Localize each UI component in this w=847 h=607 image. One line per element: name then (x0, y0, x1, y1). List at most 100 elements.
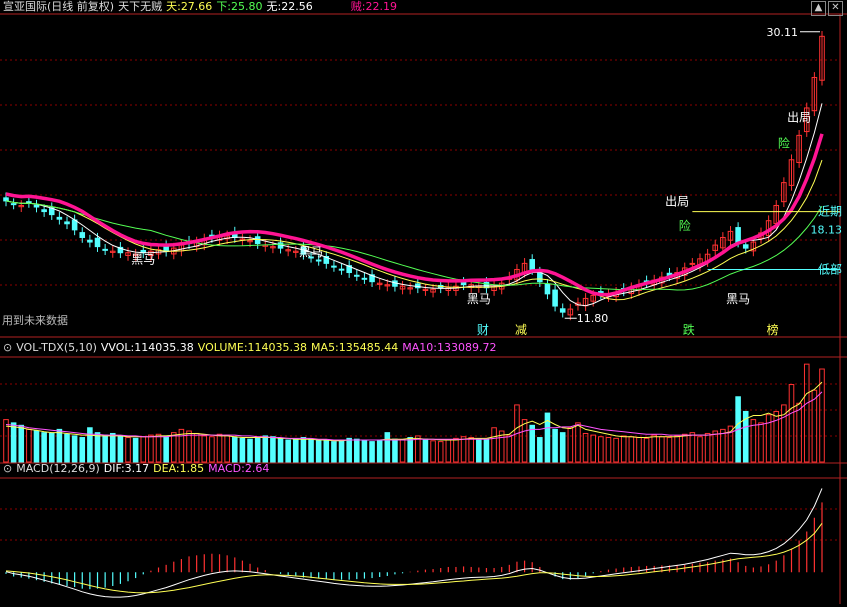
zei-label: 贼: (350, 0, 366, 13)
volume-bar (430, 440, 436, 463)
macd-header: ⊙ MACD(12,26,9) DIF:3.17 DEA:1.85 MACD:2.64 (3, 462, 273, 476)
candle-body (64, 221, 70, 225)
volume-bar (354, 438, 360, 463)
volume-bar (201, 435, 208, 463)
volume-bar (231, 437, 238, 463)
volume-bar (453, 437, 459, 463)
future-data-note: 用到未来数据 (2, 314, 68, 327)
volume-bar (483, 439, 490, 463)
volume-bar (224, 434, 230, 463)
event-marker-2: 跌 (683, 322, 695, 337)
event-marker-0: 财 (477, 323, 489, 337)
volume-bar (598, 436, 604, 463)
low-price-label: 11.80 (577, 312, 609, 325)
macd-value: 2.64 (244, 462, 270, 475)
candle-body (10, 203, 17, 206)
candle-body (552, 289, 558, 307)
volume-bar (575, 422, 581, 463)
volume-bar (71, 435, 78, 463)
risk-signal-2: 险 (778, 136, 790, 151)
volume-bar (590, 434, 597, 463)
volume-bar (628, 436, 635, 463)
volume-bar (605, 437, 612, 463)
candle-body (33, 204, 40, 208)
volume-bar (323, 440, 330, 463)
volume-bar (636, 437, 642, 463)
volume-bar (559, 432, 566, 463)
volume-bar (788, 384, 795, 463)
volume-bar (102, 434, 108, 463)
volume-bar (293, 438, 299, 463)
volume-bar (659, 436, 665, 463)
heima-signal-2: 黑马 (467, 292, 491, 306)
volume-bar (239, 437, 246, 463)
candle-body (26, 201, 32, 204)
event-marker-3: 榜 (767, 322, 779, 337)
volume-bar (582, 432, 589, 463)
volume-bar (26, 428, 32, 463)
candle-body (735, 227, 741, 243)
volume-bar (445, 439, 452, 463)
volume-bar (270, 436, 276, 463)
indicator-name[interactable]: 天下无贼 (118, 0, 162, 13)
volume-bar (376, 439, 383, 463)
volume-bar (331, 441, 337, 463)
stock-chart[interactable]: 30.1111.80黑马黑马黑马 黑马出局出局险险近期18.13低部财减跌榜 (0, 0, 847, 607)
macd-expand-icon[interactable]: ⊙ (3, 462, 12, 475)
heima-signal-0: 黑马 (131, 252, 155, 266)
macd-label: MACD: (208, 462, 245, 475)
zei-value: 22.19 (365, 0, 397, 13)
wu-label: 无: (266, 0, 282, 13)
event-marker-1: 减 (515, 323, 527, 337)
collapse-button[interactable]: ▲ (811, 1, 826, 16)
volume-bar (308, 438, 314, 463)
dea-label: DEA: (153, 462, 180, 475)
vvol-label: VVOL: (100, 341, 135, 354)
candle-body (315, 259, 322, 262)
volume-bar (765, 414, 772, 463)
volume-bar (10, 422, 17, 463)
volume-bar (64, 433, 70, 463)
volume-bar (384, 432, 391, 463)
volume-bar (163, 435, 169, 463)
volume-bar (33, 430, 40, 463)
candle-body (689, 262, 696, 265)
candle-body (331, 265, 337, 268)
dea-line (5, 522, 823, 594)
sell-signal: 出局 (665, 194, 689, 208)
candle-body (79, 232, 86, 238)
volume-bar (811, 389, 818, 463)
candle-body (3, 197, 9, 202)
candle-body (529, 259, 535, 270)
stock-name[interactable]: 宣亚国际(日线 前复权) (3, 0, 114, 13)
close-button[interactable]: ✕ (828, 1, 843, 16)
vol-expand-icon[interactable]: ⊙ (3, 341, 12, 354)
volume-value: 114035.38 (247, 341, 308, 354)
volume-bar (56, 428, 63, 463)
macd-indicator-name[interactable]: MACD(12,26,9) (16, 462, 100, 475)
volume-bar (216, 433, 223, 463)
volume-bar (697, 436, 703, 463)
volume-bar (87, 427, 93, 463)
volume-bar (193, 432, 200, 463)
volume-bar (209, 436, 215, 463)
vol-indicator-name[interactable]: VOL-TDX(5,10) (16, 341, 97, 354)
volume-bar (392, 438, 398, 463)
xia-label: 下: (216, 0, 232, 13)
volume-bar (529, 424, 535, 463)
volume-bar (94, 432, 101, 463)
ma10-label: MA10: (402, 341, 437, 354)
volume-bar (18, 424, 25, 463)
chuju-signal: 出局 (787, 111, 811, 125)
volume-bar (79, 437, 86, 463)
high-price-label: 30.11 (767, 26, 799, 39)
volume-bar (681, 433, 688, 463)
level-value-label: 18.13 (811, 224, 843, 237)
volume-bar (803, 363, 810, 463)
candle-body (361, 277, 368, 280)
candle-body (56, 216, 63, 220)
volume-bar (41, 432, 47, 463)
volume-bar (620, 435, 627, 463)
volume-bar (437, 441, 444, 463)
ma5-value: 135485.44 (338, 341, 399, 354)
